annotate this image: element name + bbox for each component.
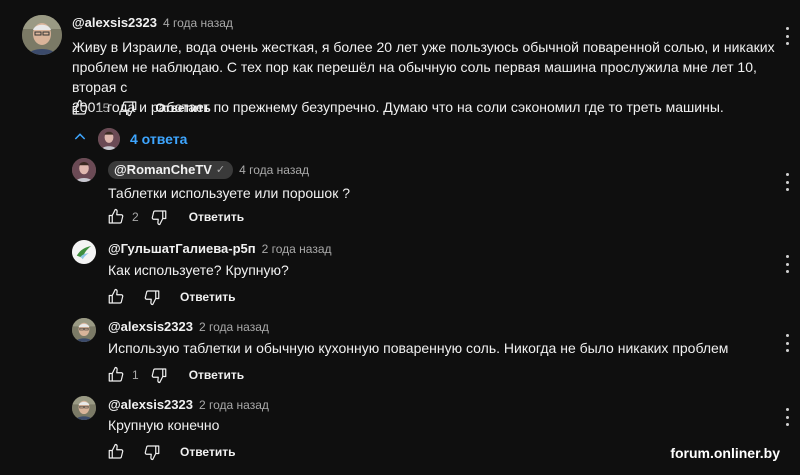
replies-count: 4 ответа <box>130 131 188 147</box>
more-menu-icon[interactable] <box>784 334 790 352</box>
timestamp[interactable]: 2 года назад <box>199 397 269 413</box>
more-menu-icon[interactable] <box>784 408 790 426</box>
main-comment: @alexsis2323 4 года назад Живу в Израиле… <box>0 0 800 128</box>
comment-actions: Ответить <box>104 286 235 308</box>
like-count: 1 <box>132 368 139 382</box>
reply-comment: @alexsis2323 2 года назад Использую табл… <box>0 316 800 394</box>
like-icon[interactable] <box>68 97 92 119</box>
avatar[interactable] <box>22 15 62 55</box>
avatar-image <box>22 15 62 55</box>
avatar[interactable] <box>72 158 96 182</box>
dislike-icon[interactable] <box>140 286 164 308</box>
replies-toggle[interactable]: 4 ответа <box>72 128 187 150</box>
like-icon[interactable] <box>104 364 128 386</box>
dislike-icon[interactable] <box>147 206 171 228</box>
avatar <box>98 128 120 150</box>
dislike-icon[interactable] <box>147 364 171 386</box>
comment-actions: Ответить <box>104 441 235 463</box>
reply-comment: @ГульшатГалиева-р5п 2 года назад Как исп… <box>0 237 800 315</box>
author-name-badge[interactable]: @RomanCheTV ✓ <box>108 161 234 179</box>
avatar[interactable] <box>72 396 96 420</box>
like-count: 2 <box>132 210 139 224</box>
comment-actions: 1 Ответить <box>104 364 244 386</box>
avatar-image <box>72 240 96 264</box>
comment-text: Таблетки используете или порошок ? <box>108 185 350 201</box>
avatar-image <box>72 158 96 182</box>
author-name[interactable]: @ГульшатГалиева-р5п <box>108 241 256 257</box>
timestamp[interactable]: 2 года назад <box>199 319 269 335</box>
like-icon[interactable] <box>104 286 128 308</box>
avatar[interactable] <box>72 318 96 342</box>
comment-header: @RomanCheTV ✓ 4 года назад <box>108 161 309 179</box>
reply-button[interactable]: Ответить <box>189 210 244 224</box>
timestamp[interactable]: 4 года назад <box>239 162 309 178</box>
comment-text: Как используете? Крупную? <box>108 262 289 278</box>
comment-actions: 2 Ответить <box>104 206 244 228</box>
comment-text: Использую таблетки и обычную кухонную по… <box>108 340 729 356</box>
reply-button[interactable]: Ответить <box>180 290 235 304</box>
comment-text-line: Живу в Израиле, вода очень жесткая, я бо… <box>72 39 775 55</box>
reply-button[interactable]: Ответить <box>155 101 210 115</box>
dislike-icon[interactable] <box>117 97 141 119</box>
comment-text-line: проблем не наблюдаю. С тех пор как переш… <box>72 59 757 95</box>
author-name[interactable]: @alexsis2323 <box>108 319 193 335</box>
timestamp[interactable]: 4 года назад <box>163 15 233 31</box>
comment-actions: 15 Ответить <box>68 97 211 119</box>
dislike-icon[interactable] <box>140 441 164 463</box>
like-count: 15 <box>96 101 110 115</box>
comment-header: @alexsis2323 2 года назад <box>108 397 269 413</box>
chevron-up-icon <box>72 129 88 150</box>
reply-button[interactable]: Ответить <box>189 368 244 382</box>
watermark: forum.onliner.by <box>670 445 780 461</box>
timestamp[interactable]: 2 года назад <box>262 241 332 257</box>
more-menu-icon[interactable] <box>784 255 790 273</box>
verified-check-icon: ✓ <box>215 164 226 176</box>
more-menu-icon[interactable] <box>784 173 790 191</box>
author-name[interactable]: @alexsis2323 <box>108 397 193 413</box>
comment-text: Крупную конечно <box>108 417 220 433</box>
comment-header: @ГульшатГалиева-р5п 2 года назад <box>108 241 332 257</box>
avatar-image <box>72 396 96 420</box>
reply-comment: @RomanCheTV ✓ 4 года назад Таблетки испо… <box>0 155 800 233</box>
like-icon[interactable] <box>104 206 128 228</box>
like-icon[interactable] <box>104 441 128 463</box>
avatar-image <box>72 318 96 342</box>
avatar[interactable] <box>72 240 96 264</box>
reply-button[interactable]: Ответить <box>180 445 235 459</box>
comment-header: @alexsis2323 2 года назад <box>108 319 269 335</box>
comment-header: @alexsis2323 4 года назад <box>72 15 233 31</box>
author-name[interactable]: @alexsis2323 <box>72 15 157 31</box>
author-name: @RomanCheTV <box>114 162 212 177</box>
